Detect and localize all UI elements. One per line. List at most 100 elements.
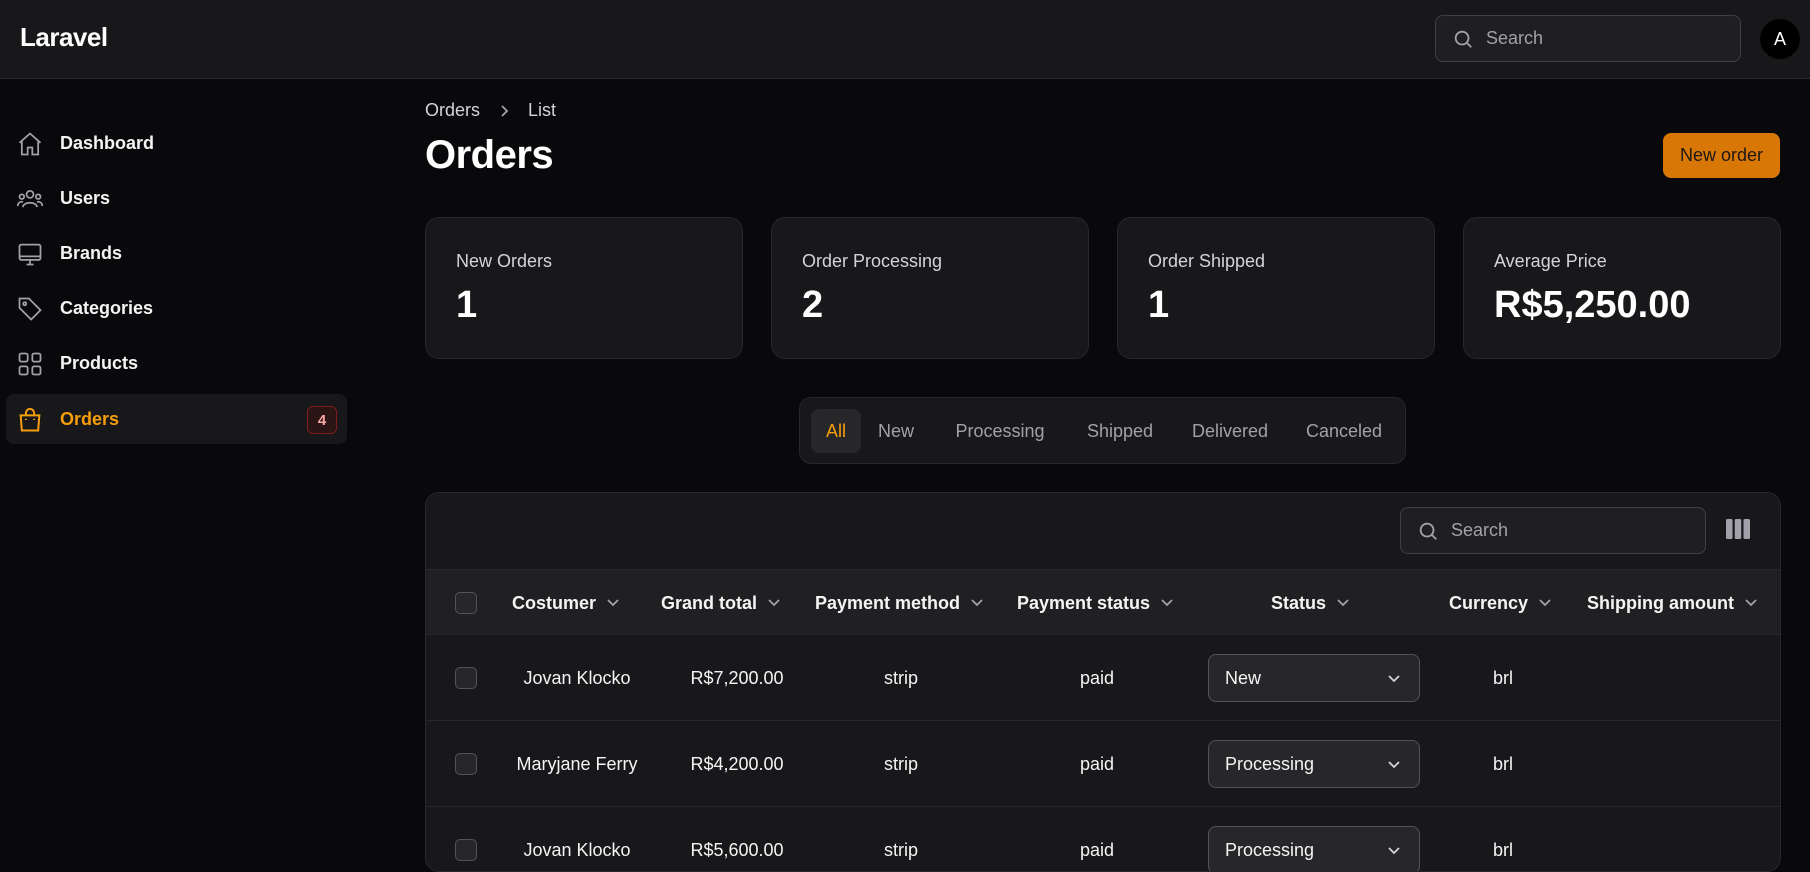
tag-icon (18, 297, 42, 321)
sidebar-item-label: Orders (60, 408, 120, 429)
search-icon (1419, 522, 1437, 540)
sidebar-item-orders[interactable]: Orders 4 (6, 394, 347, 444)
chevron-down-icon (768, 599, 780, 607)
tab-new[interactable]: New (871, 409, 921, 453)
cell-payment-status: paid (1079, 667, 1115, 688)
stat-card-new-orders: New Orders 1 (425, 217, 743, 359)
chevron-down-icon (1388, 847, 1400, 855)
search-icon (1454, 30, 1472, 48)
chevron-down-icon (1388, 761, 1400, 769)
grid-icon (18, 352, 42, 376)
stat-label: New Orders (456, 251, 553, 271)
sidebar-item-dashboard[interactable]: Dashboard (6, 118, 347, 168)
table-row[interactable]: Jovan Klocko R$7,200.00 strip paid New b… (426, 635, 1780, 721)
sidebar-item-label: Products (60, 352, 139, 373)
column-label: Shipping amount (1587, 592, 1734, 613)
column-header-grand-total[interactable]: Grand total (661, 570, 781, 636)
column-header-costumer[interactable]: Costumer (512, 570, 620, 636)
tab-delivered[interactable]: Delivered (1180, 409, 1280, 453)
row-checkbox[interactable] (455, 839, 477, 861)
column-header-shipping-amount[interactable]: Shipping amount (1587, 570, 1758, 636)
global-search-input[interactable] (1486, 16, 1726, 61)
cell-payment-method: strip (883, 667, 918, 688)
cell-customer: Jovan Klocko (523, 839, 631, 860)
cell-grand-total: R$4,200.00 (690, 753, 784, 774)
table-row[interactable]: Maryjane Ferry R$4,200.00 strip paid Pro… (426, 721, 1780, 807)
cell-customer: Jovan Klocko (523, 667, 631, 688)
sidebar-item-categories[interactable]: Categories (6, 283, 347, 333)
table-search[interactable] (1400, 507, 1706, 554)
tab-processing[interactable]: Processing (940, 409, 1060, 453)
sidebar-item-products[interactable]: Products (6, 338, 347, 388)
status-tabs: All New Processing Shipped Delivered Can… (799, 397, 1406, 464)
column-header-payment-method[interactable]: Payment method (815, 570, 984, 636)
chevron-down-icon (1337, 599, 1349, 607)
column-label: Status (1271, 592, 1327, 613)
stat-value: 1 (1148, 284, 1170, 326)
orders-count-badge: 4 (307, 406, 337, 434)
top-bar: Laravel A (0, 0, 1810, 79)
row-checkbox[interactable] (455, 753, 477, 775)
sidebar-item-label: Dashboard (60, 132, 155, 153)
cell-payment-status: paid (1079, 839, 1115, 860)
tab-shipped[interactable]: Shipped (1075, 409, 1165, 453)
tab-canceled[interactable]: Canceled (1294, 409, 1394, 453)
cell-grand-total: R$7,200.00 (690, 667, 784, 688)
status-select[interactable]: Processing (1208, 740, 1420, 788)
columns-toggle-icon[interactable] (1726, 519, 1750, 539)
chevron-right-icon (501, 104, 509, 117)
column-label: Currency (1449, 592, 1529, 613)
app-logo[interactable]: Laravel (20, 22, 108, 53)
column-label: Payment status (1017, 592, 1151, 613)
new-order-button[interactable]: New order (1663, 133, 1780, 178)
column-header-currency[interactable]: Currency (1449, 570, 1552, 636)
stat-card-average-price: Average Price R$5,250.00 (1463, 217, 1781, 359)
chevron-down-icon (1745, 599, 1757, 607)
stat-value: R$5,250.00 (1494, 284, 1691, 326)
cell-grand-total: R$5,600.00 (690, 839, 784, 860)
cell-currency: brl (1492, 667, 1513, 688)
cell-currency: brl (1492, 753, 1513, 774)
stat-label: Order Shipped (1148, 251, 1266, 271)
stat-value: 1 (456, 284, 478, 326)
users-icon (16, 189, 44, 208)
table-search-input[interactable] (1451, 508, 1691, 553)
status-select-value: Processing (1225, 753, 1315, 774)
cell-currency: brl (1492, 839, 1513, 860)
row-checkbox[interactable] (455, 667, 477, 689)
stat-value: 2 (802, 284, 824, 326)
stat-label: Order Processing (802, 251, 943, 271)
tab-all[interactable]: All (811, 409, 861, 453)
sidebar-item-label: Brands (60, 242, 123, 263)
cell-customer: Maryjane Ferry (516, 753, 638, 774)
monitor-icon (18, 243, 42, 266)
user-avatar[interactable]: A (1760, 19, 1800, 59)
cell-payment-method: strip (883, 753, 918, 774)
sidebar-item-label: Users (60, 187, 111, 208)
sidebar-item-brands[interactable]: Brands (6, 228, 347, 278)
column-label: Costumer (512, 592, 597, 613)
column-header-status[interactable]: Status (1271, 570, 1350, 636)
stat-card-order-shipped: Order Shipped 1 (1117, 217, 1435, 359)
status-select[interactable]: New (1208, 654, 1420, 702)
status-select-value: New (1225, 667, 1262, 688)
global-search[interactable] (1435, 15, 1741, 62)
status-select[interactable]: Processing (1208, 826, 1420, 871)
orders-table: Costumer Grand total Payment method Paym… (425, 492, 1781, 872)
chevron-down-icon (1388, 675, 1400, 683)
chevron-down-icon (1161, 599, 1173, 607)
select-all-checkbox[interactable] (455, 592, 477, 614)
column-label: Payment method (815, 592, 961, 613)
cell-payment-status: paid (1079, 753, 1115, 774)
cell-payment-method: strip (883, 839, 918, 860)
chevron-down-icon (971, 599, 983, 607)
status-select-value: Processing (1225, 839, 1315, 860)
home-icon (18, 132, 42, 156)
sidebar-item-users[interactable]: Users (6, 173, 347, 223)
column-label: Grand total (661, 592, 758, 613)
chevron-down-icon (1539, 599, 1551, 607)
column-header-payment-status[interactable]: Payment status (1017, 570, 1174, 636)
breadcrumb-orders-link[interactable]: Orders (425, 100, 480, 121)
table-row[interactable]: Jovan Klocko R$5,600.00 strip paid Proce… (426, 807, 1780, 871)
sidebar-item-label: Categories (60, 297, 154, 318)
